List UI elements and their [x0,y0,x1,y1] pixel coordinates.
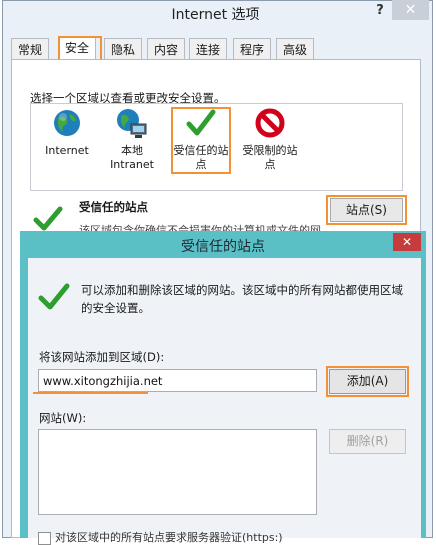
websites-list[interactable] [38,429,317,515]
add-site-label: 将该网站添加到区域(D): [39,350,165,364]
checkmark-icon [38,283,70,310]
remove-button[interactable]: 删除(R) [329,429,406,454]
add-button[interactable]: 添加(A) [329,369,406,394]
sites-button[interactable]: 站点(S) [330,198,403,222]
tab-advanced[interactable]: 高级 [276,38,315,59]
zone-label: Internet [45,144,89,157]
dialog-title: Internet 选项 [171,7,260,23]
globe-icon [54,110,80,136]
zone-label-line2: 点 [264,158,276,171]
zone-label: 受限制的站 [242,144,298,157]
trusted-dialog-message: 可以添加和删除该区域的网站。该区域中的所有网站都使用区域的安全设置。 [81,283,403,315]
no-entry-icon [255,108,285,138]
zone-label: 受信任的站 [173,144,229,157]
trusted-dialog-close-button[interactable]: ✕ [393,233,421,251]
tab-privacy[interactable]: 隐私 [104,38,143,59]
checkmark-icon [33,206,63,231]
zone-local-intranet[interactable]: 本地 Intranet [103,108,161,172]
zone-label: 本地 [121,144,143,157]
websites-label: 网站(W): [39,411,87,425]
checkmark-icon [186,109,216,136]
intranet-icon [117,109,147,138]
tab-general[interactable]: 常规 [11,38,50,59]
tab-connections[interactable]: 连接 [189,38,228,59]
zone-restricted-sites[interactable]: 受限制的站 点 [239,108,301,172]
url-underline-highlight [33,392,148,394]
tab-content[interactable]: 内容 [147,38,186,59]
close-button[interactable]: ✕ [392,0,429,20]
trusted-dialog-title: 受信任的站点 [181,239,265,255]
zone-trusted-sites[interactable]: 受信任的站 点 [172,108,230,172]
selected-zone-title: 受信任的站点 [79,200,148,214]
help-button[interactable]: ? [368,2,392,20]
zone-internet[interactable]: Internet [38,108,96,158]
zone-label-line2: Intranet [110,158,154,171]
https-requirement-row[interactable]: 对该区域中的所有站点要求服务器验证(https:) [38,529,283,545]
zone-label-line2: 点 [195,158,207,171]
https-checkbox[interactable] [38,531,51,545]
website-url-input[interactable] [38,369,317,392]
tab-programs[interactable]: 程序 [233,38,272,59]
tab-security[interactable]: 安全 [58,36,97,60]
